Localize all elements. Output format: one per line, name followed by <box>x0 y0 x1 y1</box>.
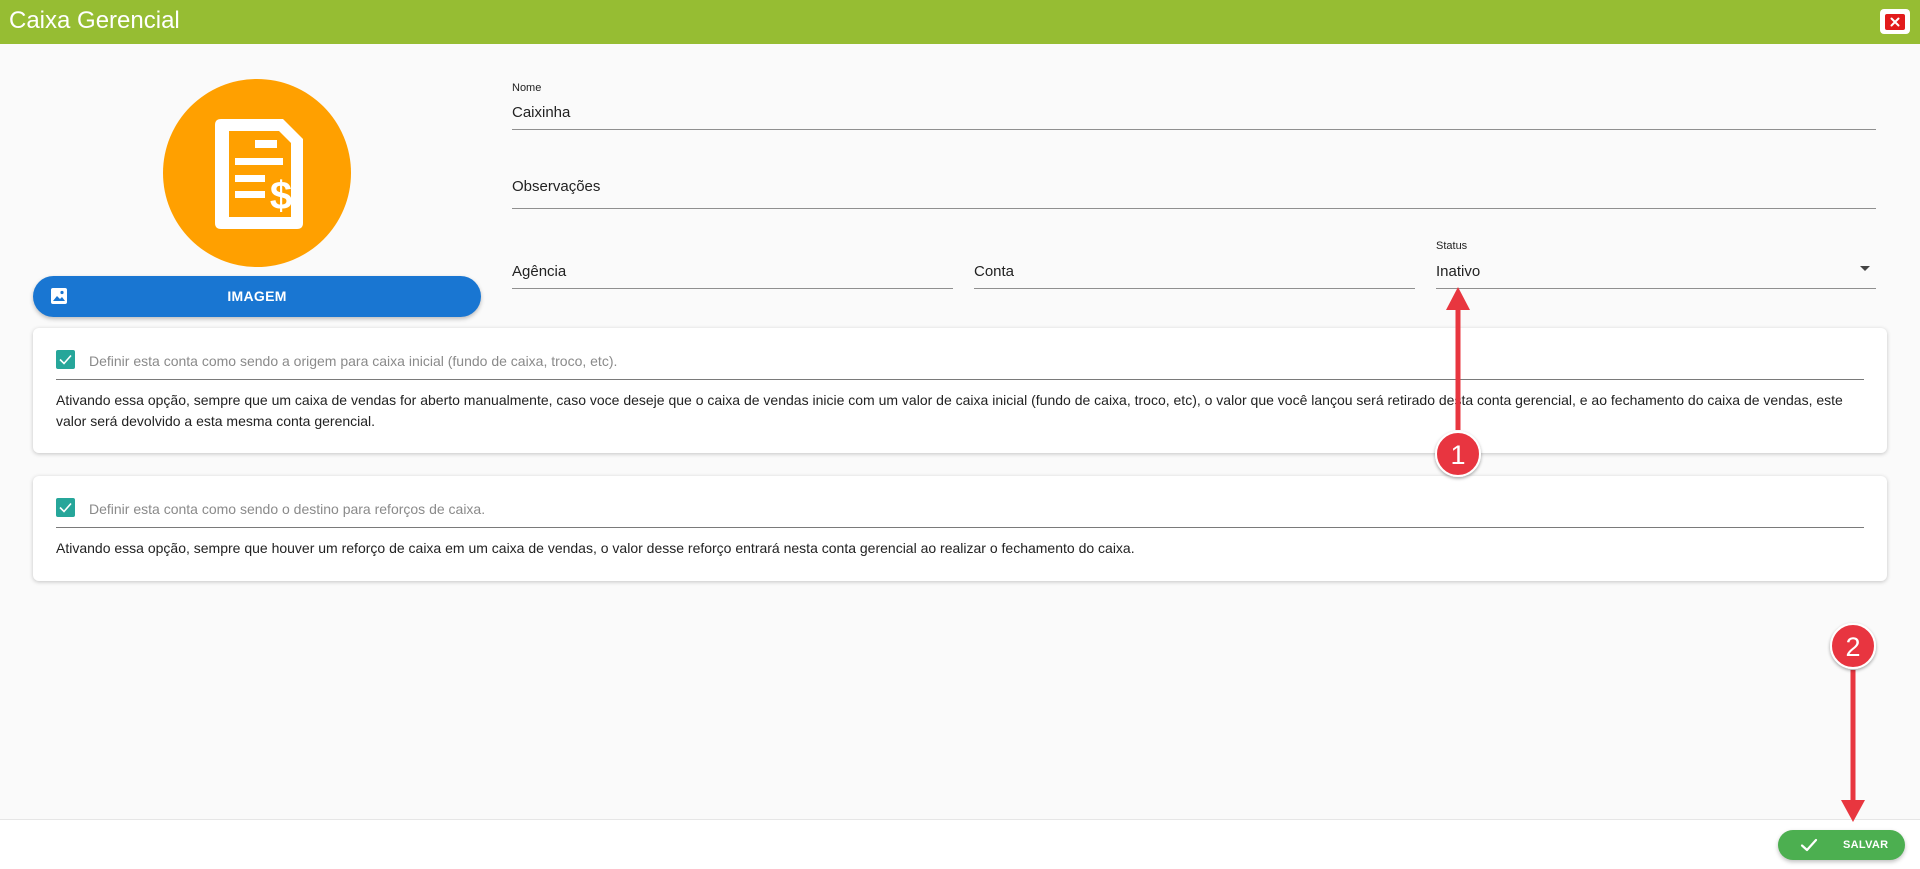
nome-field[interactable]: Nome Caixinha <box>512 82 1876 130</box>
reforco-description: Ativando essa opção, sempre que houver u… <box>56 540 1135 556</box>
status-label: Status <box>1436 240 1468 252</box>
reforco-checkbox[interactable] <box>56 498 75 517</box>
window-title: Caixa Gerencial <box>9 7 180 34</box>
observacoes-field[interactable] <box>512 178 1876 209</box>
annotation-badge-2: 2 <box>1830 623 1876 669</box>
close-button[interactable] <box>1880 9 1910 34</box>
checkmark-icon <box>1800 838 1818 852</box>
annotation-number-2: 2 <box>1845 632 1860 662</box>
agencia-field[interactable] <box>512 263 953 289</box>
option-row: Definir esta conta como sendo o destino … <box>56 498 1864 528</box>
save-button-label: SALVAR <box>1843 839 1889 851</box>
checkmark-icon <box>59 502 72 513</box>
agencia-input[interactable] <box>512 263 953 280</box>
caret-down-icon[interactable] <box>1860 266 1870 271</box>
title-bar: Caixa Gerencial <box>0 0 1920 44</box>
reforco-label[interactable]: Definir esta conta como sendo o destino … <box>89 501 485 517</box>
footer-bar <box>0 819 1920 869</box>
observacoes-input[interactable] <box>512 178 1876 195</box>
nome-label: Nome <box>512 82 542 94</box>
option-card-caixa-inicial: Definir esta conta como sendo a origem p… <box>33 328 1887 453</box>
checkmark-icon <box>59 354 72 365</box>
image-button-label: IMAGEM <box>227 288 287 304</box>
caixa-inicial-checkbox[interactable] <box>56 350 75 369</box>
close-icon <box>1885 13 1905 30</box>
invoice-dollar-icon: $ <box>215 119 303 229</box>
image-button[interactable]: IMAGEM <box>33 276 481 317</box>
nome-value[interactable]: Caixinha <box>512 104 570 121</box>
conta-field[interactable] <box>974 263 1415 289</box>
option-row: Definir esta conta como sendo a origem p… <box>56 350 1864 380</box>
status-value[interactable]: Inativo <box>1436 263 1480 280</box>
conta-input[interactable] <box>974 263 1415 280</box>
account-avatar: $ <box>163 79 351 267</box>
status-select[interactable]: Status Inativo <box>1436 240 1876 289</box>
caixa-inicial-description: Ativando essa opção, sempre que um caixa… <box>56 392 1843 429</box>
option-card-reforco: Definir esta conta como sendo o destino … <box>33 476 1887 581</box>
caixa-inicial-label[interactable]: Definir esta conta como sendo a origem p… <box>89 353 617 369</box>
annotation-arrow-2 <box>1841 670 1865 822</box>
save-button[interactable]: SALVAR <box>1778 830 1905 860</box>
svg-text:$: $ <box>270 174 292 218</box>
